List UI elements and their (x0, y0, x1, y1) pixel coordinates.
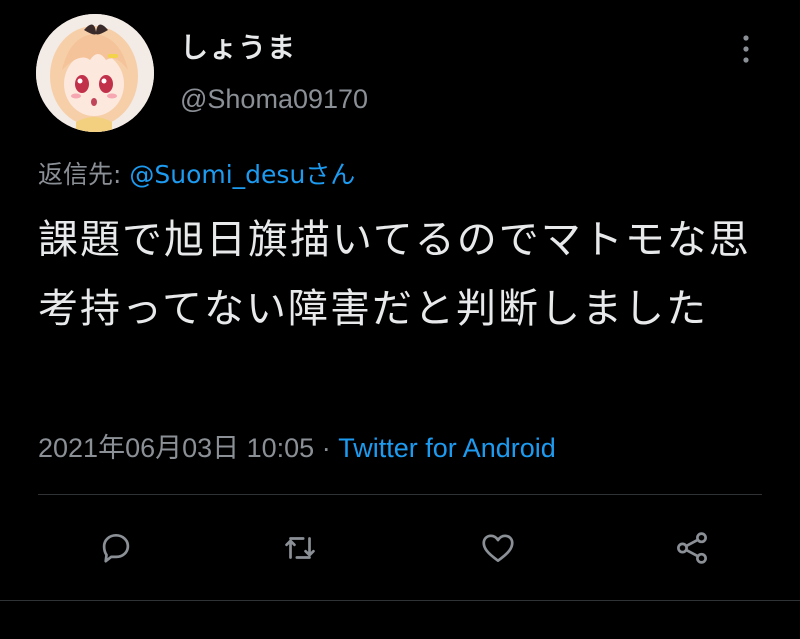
source-link[interactable]: Twitter for Android (338, 433, 556, 463)
heart-icon (482, 534, 514, 563)
tweet-metadata: 2021年06月03日 10:05 · Twitter for Android (38, 426, 556, 465)
retweet-button[interactable] (272, 520, 328, 576)
reply-button[interactable] (88, 520, 144, 576)
divider (38, 494, 762, 495)
meta-separator: · (314, 433, 339, 463)
reply-bubble-icon (102, 533, 130, 563)
action-bar (0, 520, 800, 576)
display-name[interactable]: しょうま (180, 26, 296, 66)
reply-mention-link[interactable]: @Suomi_desuさん (129, 160, 355, 189)
avatar[interactable] (36, 14, 154, 132)
tweet-card: しょうま @Shoma09170 返信先: @Suomi_desuさん 課題で旭… (0, 0, 800, 639)
timestamp[interactable]: 2021年06月03日 10:05 (38, 433, 314, 463)
retweet-icon (285, 537, 315, 559)
share-button[interactable] (664, 520, 720, 576)
reply-context: 返信先: @Suomi_desuさん (38, 155, 355, 191)
tweet-text: 課題で旭日旗描いてるのでマトモな思考持ってない障害だと判断しました (38, 217, 751, 332)
reply-prefix: 返信先: (38, 160, 130, 189)
user-handle[interactable]: @Shoma09170 (180, 84, 368, 115)
anime-avatar-image (36, 14, 154, 132)
bottom-divider (0, 600, 800, 601)
share-icon (677, 532, 707, 564)
more-vertical-icon[interactable] (736, 34, 756, 64)
like-button[interactable] (470, 520, 526, 576)
